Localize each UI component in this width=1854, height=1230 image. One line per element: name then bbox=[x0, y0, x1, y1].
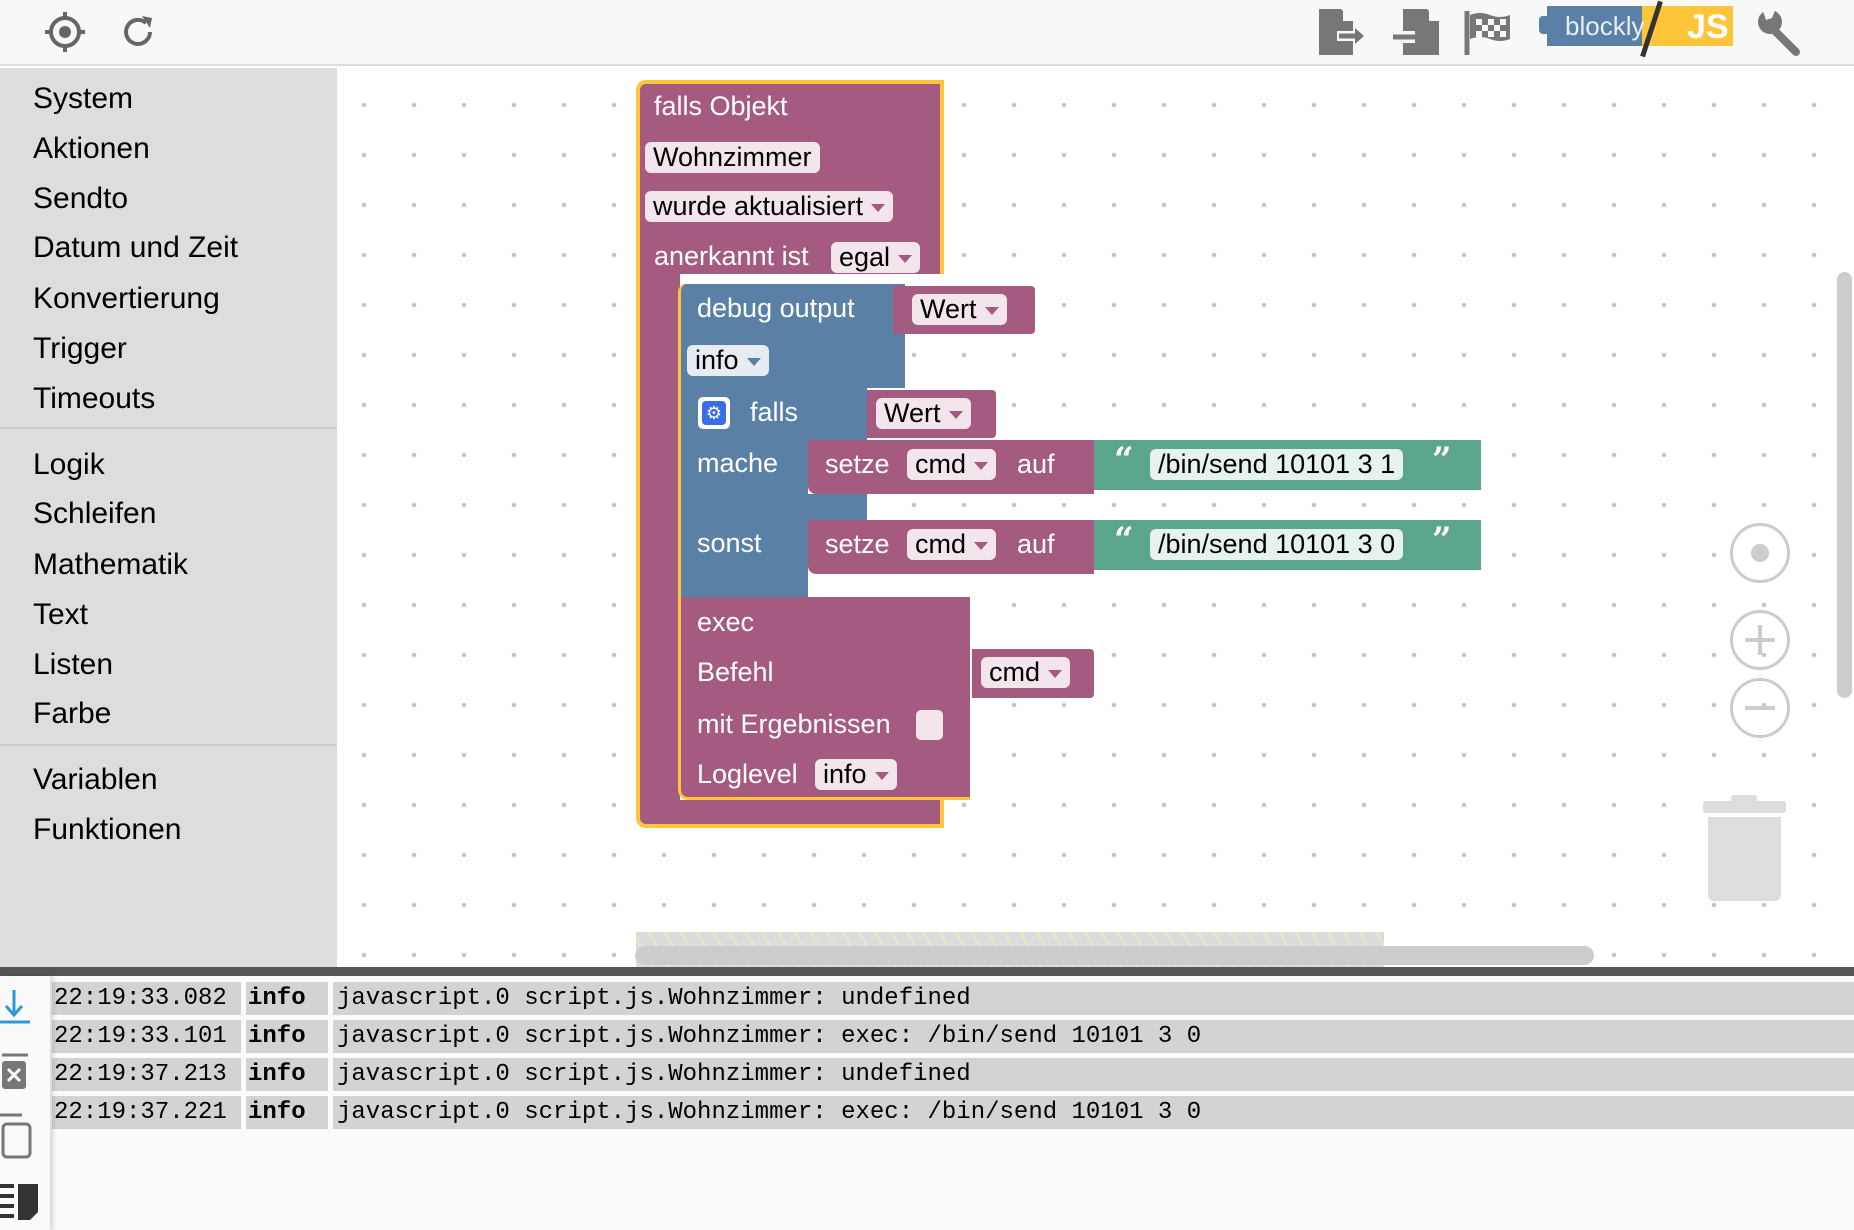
category-mathematik[interactable]: Mathematik bbox=[33, 548, 188, 582]
set-label: setze bbox=[825, 449, 890, 479]
text-field[interactable]: /bin/send 10101 3 1 bbox=[1150, 449, 1404, 480]
trash-icon[interactable] bbox=[1703, 795, 1786, 901]
debug-label: debug output bbox=[697, 293, 855, 323]
else-label: sonst bbox=[697, 528, 762, 558]
log-level: info bbox=[246, 1058, 328, 1091]
category-listen[interactable]: Listen bbox=[33, 648, 113, 682]
log-splitter[interactable] bbox=[0, 967, 1854, 976]
js-label: JS bbox=[1687, 8, 1729, 46]
divider bbox=[0, 427, 337, 429]
category-aktionen[interactable]: Aktionen bbox=[33, 132, 150, 166]
category-text[interactable]: Text bbox=[33, 598, 88, 632]
results-label: mit Ergebnissen bbox=[697, 709, 891, 739]
command-label: Befehl bbox=[697, 657, 774, 687]
quote-close: ” bbox=[1432, 520, 1452, 560]
trigger-title: falls Objekt bbox=[654, 91, 788, 121]
log-message: javascript.0 script.js.Wohnzimmer: exec:… bbox=[333, 1096, 1854, 1129]
flag-icon[interactable] bbox=[1461, 6, 1513, 58]
var-dropdown[interactable]: cmd bbox=[907, 449, 997, 480]
do-label: mache bbox=[697, 448, 779, 478]
category-datum-und-zeit[interactable]: Datum und Zeit bbox=[33, 231, 238, 265]
log-toolbar bbox=[0, 976, 50, 1230]
quote-open: “ bbox=[1114, 520, 1134, 560]
blockly-label: blockly bbox=[1565, 11, 1645, 41]
horizontal-scrollbar[interactable] bbox=[635, 946, 1594, 965]
object-field[interactable]: Wohnzimmer bbox=[645, 142, 820, 173]
to-label: auf bbox=[1017, 529, 1055, 559]
if-label: falls bbox=[750, 397, 799, 427]
refresh-icon[interactable] bbox=[112, 6, 164, 58]
ack-dropdown[interactable]: egal bbox=[831, 242, 921, 273]
results-checkbox[interactable] bbox=[916, 710, 943, 740]
category-sendto[interactable]: Sendto bbox=[33, 182, 128, 216]
log-panel: 22:19:33.082 info javascript.0 script.js… bbox=[0, 976, 1854, 1230]
quote-close: ” bbox=[1432, 440, 1452, 480]
clear-log-icon[interactable] bbox=[0, 1052, 30, 1092]
wrench-icon[interactable] bbox=[1754, 6, 1806, 58]
category-logik[interactable]: Logik bbox=[33, 448, 105, 482]
zoom-out-icon[interactable] bbox=[1730, 678, 1790, 738]
category-farbe[interactable]: Farbe bbox=[33, 697, 111, 731]
log-message: javascript.0 script.js.Wohnzimmer: exec:… bbox=[333, 1020, 1854, 1053]
toolbox: System Aktionen Sendto Datum und Zeit Ko… bbox=[0, 68, 337, 968]
exec-label: exec bbox=[697, 607, 755, 637]
category-variablen[interactable]: Variablen bbox=[33, 763, 158, 797]
log-level: info bbox=[246, 982, 328, 1015]
blockly-js-toggle[interactable]: blockly JS bbox=[1537, 0, 1733, 58]
copy-icon[interactable] bbox=[0, 1112, 34, 1160]
debug-value-dropdown[interactable]: Wert bbox=[912, 294, 1007, 325]
export-icon[interactable] bbox=[1316, 6, 1368, 58]
log-time: 22:19:33.101 bbox=[52, 1020, 241, 1053]
var-dropdown[interactable]: cmd bbox=[907, 529, 997, 560]
log-level: info bbox=[246, 1096, 328, 1129]
text-field[interactable]: /bin/send 10101 3 0 bbox=[1150, 529, 1404, 560]
toolbar: blockly JS bbox=[0, 0, 1854, 66]
category-trigger[interactable]: Trigger bbox=[33, 332, 127, 366]
to-label: auf bbox=[1017, 449, 1055, 479]
if-condition-dropdown[interactable]: Wert bbox=[876, 398, 971, 429]
log-level: info bbox=[246, 1020, 328, 1053]
import-icon[interactable] bbox=[1390, 6, 1442, 58]
divider bbox=[0, 744, 337, 746]
quote-open: “ bbox=[1114, 440, 1134, 480]
category-konvertierung[interactable]: Konvertierung bbox=[33, 282, 220, 316]
log-message: javascript.0 script.js.Wohnzimmer: undef… bbox=[333, 1058, 1854, 1091]
log-list-icon[interactable] bbox=[0, 1180, 40, 1222]
category-timeouts[interactable]: Timeouts bbox=[33, 382, 155, 416]
category-system[interactable]: System bbox=[33, 82, 133, 116]
gear-icon[interactable]: ⚙ bbox=[698, 397, 730, 429]
event-dropdown[interactable]: wurde aktualisiert bbox=[645, 191, 894, 222]
category-schleifen[interactable]: Schleifen bbox=[33, 497, 156, 531]
log-time: 22:19:37.221 bbox=[52, 1096, 241, 1129]
debug-level-dropdown[interactable]: info bbox=[687, 345, 769, 376]
blockly-workspace[interactable] bbox=[337, 68, 1854, 968]
command-dropdown[interactable]: cmd bbox=[981, 657, 1071, 688]
log-time: 22:19:37.213 bbox=[52, 1058, 241, 1091]
log-message: javascript.0 script.js.Wohnzimmer: undef… bbox=[333, 982, 1854, 1015]
vertical-scrollbar[interactable] bbox=[1837, 272, 1852, 698]
loglevel-label: Loglevel bbox=[697, 759, 798, 789]
loglevel-dropdown[interactable]: info bbox=[815, 759, 897, 790]
target-icon[interactable] bbox=[39, 6, 91, 58]
center-icon[interactable] bbox=[1730, 523, 1790, 583]
scroll-down-icon[interactable] bbox=[0, 986, 32, 1026]
category-funktionen[interactable]: Funktionen bbox=[33, 813, 181, 847]
ack-label: anerkannt ist bbox=[654, 241, 809, 271]
set-label: setze bbox=[825, 529, 890, 559]
log-time: 22:19:33.082 bbox=[52, 982, 241, 1015]
zoom-in-icon[interactable] bbox=[1730, 610, 1790, 670]
